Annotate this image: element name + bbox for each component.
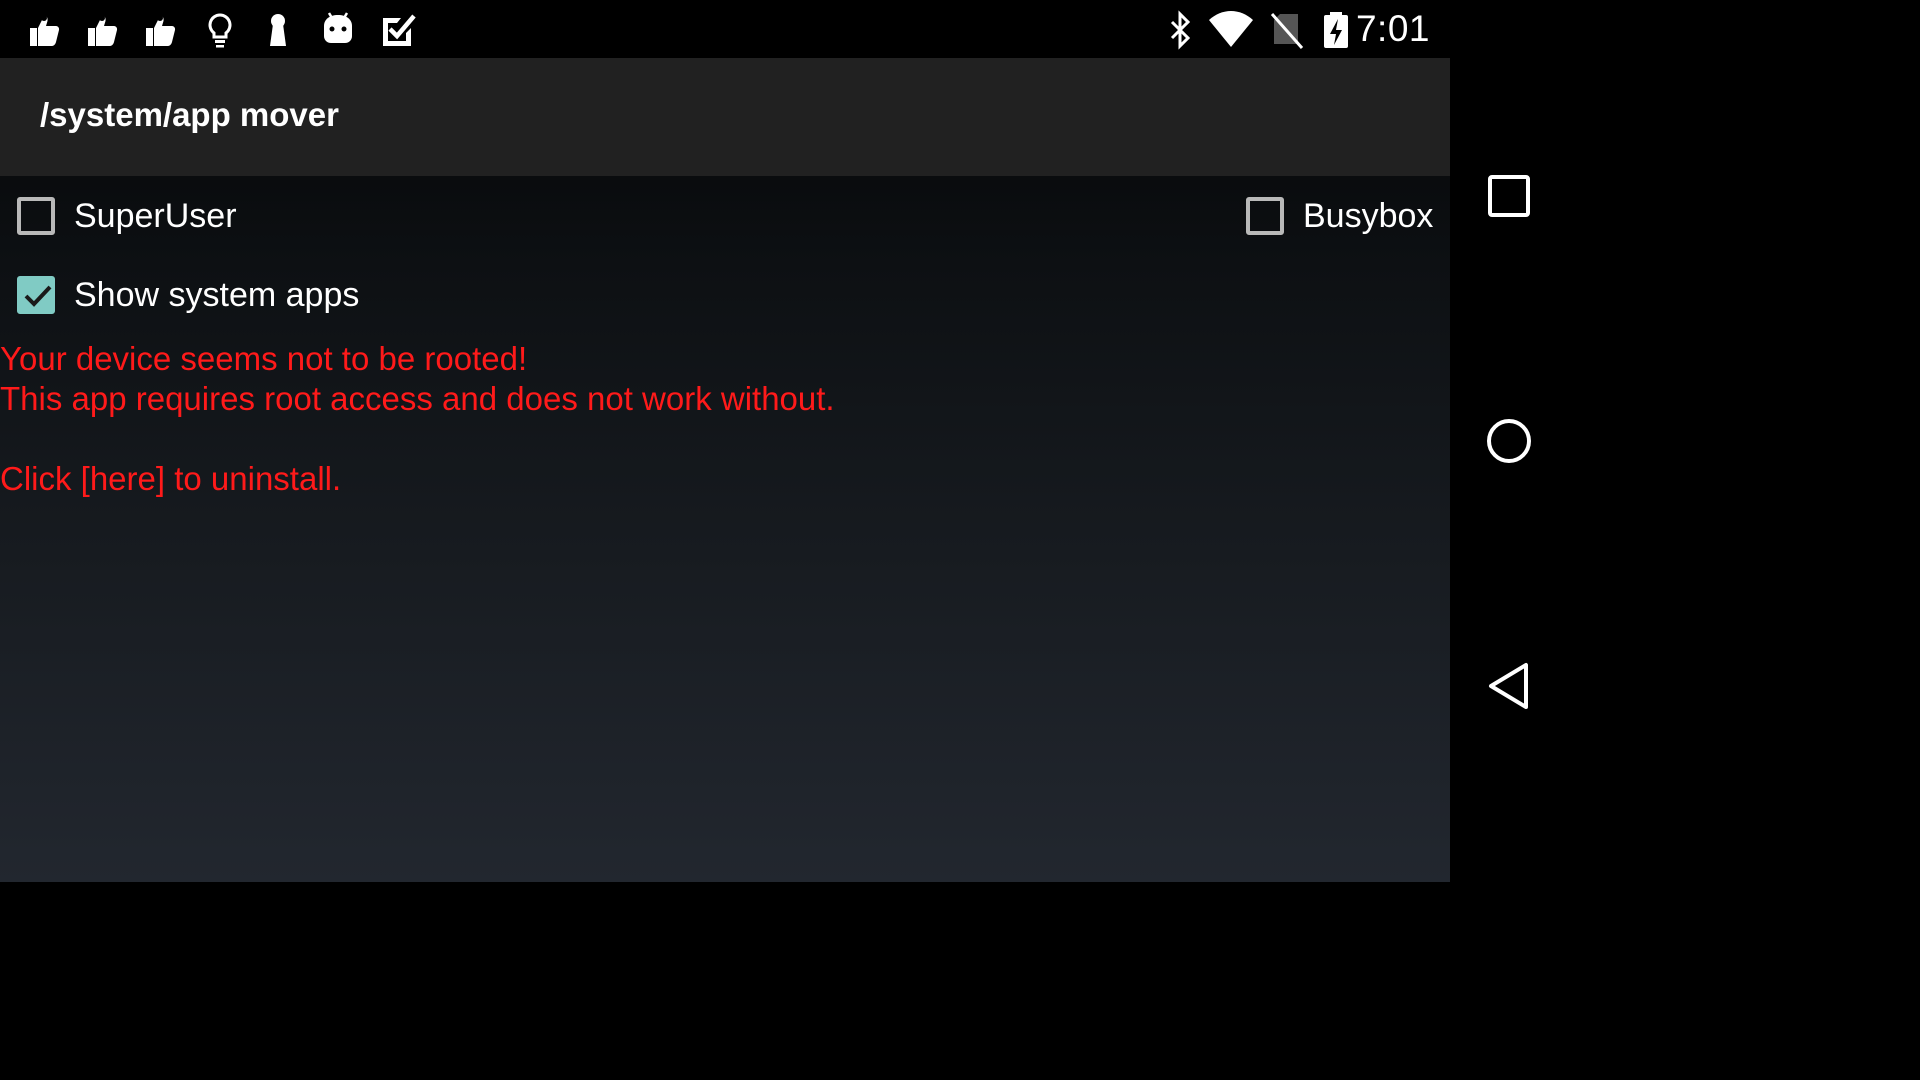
uninstall-link[interactable]: Click [here] to uninstall. [0,459,835,499]
show-system-apps-label: Show system apps [74,275,360,314]
status-clock: 7:01 [1355,8,1430,49]
no-sim-icon [1266,10,1306,50]
error-line-requires-root: This app requires root access and does n… [0,380,835,417]
app-window: /system/app mover SuperUser Busybox Show… [0,58,1450,882]
recents-icon[interactable] [1479,166,1539,226]
status-bar: 7:01 [0,0,1568,58]
lightbulb-icon [200,10,240,50]
busybox-option[interactable]: Busybox [1246,191,1433,241]
wifi-icon [1208,10,1254,50]
thumbs-up-icon [82,10,122,50]
check-tasks-icon [378,10,418,50]
android-icon [318,10,358,50]
error-spacer [0,419,835,459]
thumbs-up-icon [24,10,64,50]
busybox-label: Busybox [1303,196,1434,235]
home-icon[interactable] [1479,411,1539,471]
root-error-message: Your device seems not to be rooted! This… [0,339,835,499]
back-icon[interactable] [1479,656,1539,716]
battery-charging-icon [1316,10,1356,50]
app-title: /system/app mover [40,96,339,133]
action-bar: /system/app mover [0,58,1450,176]
checkmark-icon [24,285,52,307]
show-system-apps-checkbox[interactable] [17,276,55,314]
show-system-apps-option[interactable]: Show system apps [17,270,359,320]
bluetooth-icon [1160,10,1200,50]
device-screen: 7:01 /system/app mover SuperUser Busybox… [0,0,1568,882]
error-line-not-rooted: Your device seems not to be rooted! [0,340,528,377]
navigation-bar [1450,58,1568,882]
busybox-checkbox[interactable] [1246,197,1284,235]
superuser-label: SuperUser [74,196,237,235]
keyhole-icon [258,10,298,50]
thumbs-up-icon [140,10,180,50]
superuser-checkbox[interactable] [17,197,55,235]
superuser-option[interactable]: SuperUser [17,191,237,241]
